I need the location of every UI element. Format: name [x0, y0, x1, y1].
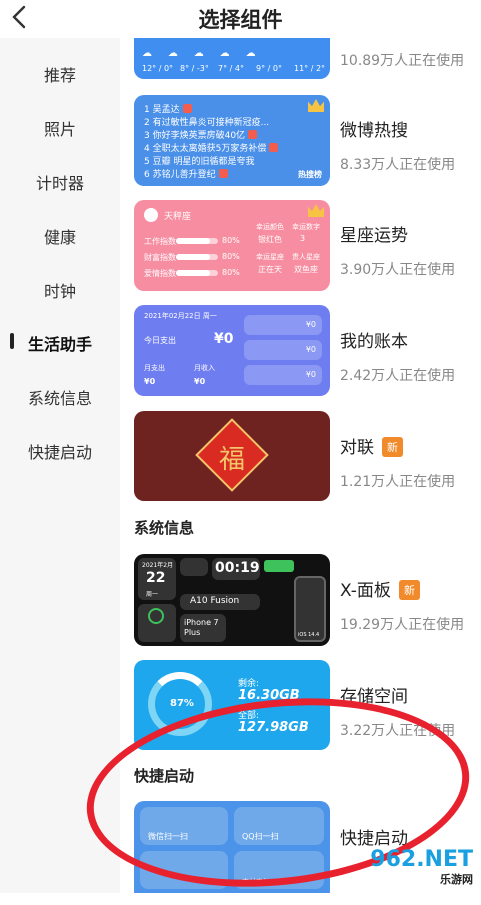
hot-item: 6 苏铭儿善升登纪: [144, 167, 228, 180]
sidebar: 推荐 照片 计时器 健康 时钟 生活助手 系统信息 快捷启动: [0, 38, 120, 893]
weather-temp: 8° / -3°: [180, 64, 209, 73]
xpanel-time: 00:19: [215, 560, 260, 576]
storage-percent: 87%: [170, 698, 194, 709]
battery-bar: [264, 560, 294, 572]
sign-name: 天秤座: [164, 212, 192, 222]
widget-users: 2.42万人正在使用: [340, 368, 456, 384]
widget-users: 1.21万人正在使用: [340, 474, 456, 490]
horoscope-widget-preview[interactable]: 天秤座 工作指数 80% 财富指数 80% 爱情指数 80% 幸运颜色 幸运数字…: [134, 200, 330, 291]
today-expense: ¥0: [214, 331, 234, 347]
phone-outline: iOS 14.4: [294, 576, 326, 642]
sidebar-item-system-info[interactable]: 系统信息: [0, 385, 120, 409]
weather-widget-preview[interactable]: ☁ ☁ ☁ ☁ ☁ 12° / 0° 8° / -3° 7° / 4° 9° /…: [134, 38, 330, 79]
hot-item: 4 全职太太离婚获5万家务补偿: [144, 141, 279, 154]
widget-name: X-面板新: [340, 576, 420, 601]
crown-icon: [308, 99, 324, 112]
sidebar-item-recommend[interactable]: 推荐: [0, 62, 120, 86]
widget-users: 10.89万人正在使用: [340, 53, 465, 69]
sidebar-item-health[interactable]: 健康: [0, 224, 120, 248]
weather-temp: 7° / 4°: [218, 64, 244, 73]
widget-name: 星座运势: [340, 226, 408, 246]
sidebar-item-clock[interactable]: 时钟: [0, 278, 120, 302]
couplet-widget-preview[interactable]: 福: [134, 411, 330, 501]
hot-item: 2 有过敏性鼻炎可接种新冠疫...: [144, 118, 270, 128]
weather-temp: 11° / 2°: [294, 64, 326, 73]
page-title: 选择组件: [198, 8, 283, 32]
fu-character: 福: [218, 445, 245, 475]
widget-users: 3.90万人正在使用: [340, 262, 456, 278]
sidebar-item-photo[interactable]: 照片: [0, 116, 120, 140]
weather-temp: 12° / 0°: [142, 64, 174, 73]
progress-bar: [176, 270, 218, 276]
header: 选择组件: [0, 0, 481, 38]
sidebar-item-quick-launch[interactable]: 快捷启动: [0, 439, 120, 463]
sidebar-item-life-assistant[interactable]: 生活助手: [0, 331, 120, 355]
weibo-hot-widget-preview[interactable]: 1 吴孟达 2 有过敏性鼻炎可接种新冠疫... 3 你好李焕英票房破40亿 4 …: [134, 95, 330, 186]
widget-users: 19.29万人正在使用: [340, 617, 465, 633]
ledger-date: 2021年02月22日 周一: [144, 312, 217, 320]
hot-item: 1 吴孟达: [144, 102, 192, 115]
hot-item: 5 豆瓣 明星的旧循都是夸我: [144, 157, 255, 167]
weather-temp: 9° / 0°: [256, 64, 282, 73]
avatar: [144, 208, 158, 222]
widget-name: 我的账本: [340, 332, 408, 352]
chip-name: A10 Fusion: [190, 596, 240, 606]
widget-users: 8.33万人正在使用: [340, 157, 456, 173]
device-model: iPhone 7 Plus: [184, 618, 219, 637]
x-panel-widget-preview[interactable]: 2021年2月 22 周一 00:19 A10 Fusion iPhone 7 …: [134, 554, 330, 646]
widget-name: 对联新: [340, 433, 403, 458]
watermark-logo: 962.NET 乐游网: [370, 847, 473, 887]
crown-icon: [308, 204, 324, 217]
section-title-system-info: 系统信息: [134, 519, 195, 537]
widget-name: 微博热搜: [340, 121, 408, 141]
ledger-widget-preview[interactable]: 2021年02月22日 周一 今日支出 ¥0 月支出 月收入 ¥0 ¥0 ¥0 …: [134, 305, 330, 396]
weibo-logo-text: 热搜榜: [298, 170, 322, 179]
progress-bar: [176, 254, 218, 260]
progress-bar: [176, 238, 218, 244]
hot-item: 3 你好李焕英票房破40亿: [144, 128, 258, 141]
new-badge: 新: [398, 580, 420, 600]
new-badge: 新: [382, 437, 403, 457]
sidebar-item-timer[interactable]: 计时器: [0, 170, 120, 194]
